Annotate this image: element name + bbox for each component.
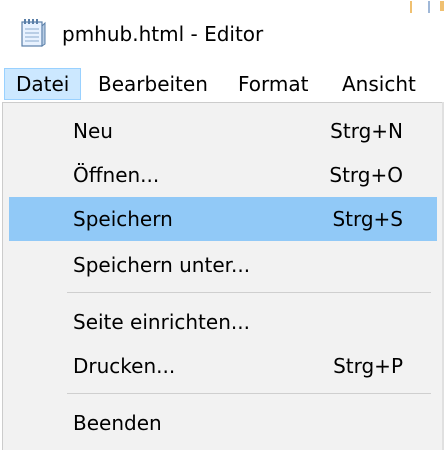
menu-bearbeiten[interactable]: Bearbeiten [98, 68, 208, 100]
datei-dropdown-menu: Neu Strg+N Öffnen... Strg+O Speichern St… [2, 102, 444, 450]
menu-item-seite-einrichten[interactable]: Seite einrichten... [9, 300, 437, 344]
menu-item-label: Speichern [73, 207, 173, 231]
menu-format[interactable]: Format [238, 68, 308, 100]
menu-item-speichern-unter[interactable]: Speichern unter... [9, 243, 437, 287]
menu-item-shortcut: Strg+S [332, 207, 403, 231]
menu-item-label: Drucken... [73, 354, 176, 378]
menu-separator [67, 393, 431, 394]
menu-item-label: Speichern unter... [73, 253, 251, 277]
menu-ansicht[interactable]: Ansicht [342, 68, 416, 100]
menu-item-shortcut: Strg+P [333, 354, 403, 378]
menu-item-beenden[interactable]: Beenden [9, 401, 437, 445]
menu-bar: Datei Bearbeiten Format Ansicht [0, 64, 444, 102]
menu-item-shortcut: Strg+N [330, 119, 403, 143]
menu-item-speichern[interactable]: Speichern Strg+S [9, 197, 437, 241]
window-title: pmhub.html - Editor [62, 22, 264, 46]
menu-item-label: Seite einrichten... [73, 310, 250, 334]
menu-item-label: Neu [73, 119, 113, 143]
menu-item-label: Öffnen... [73, 163, 160, 187]
menu-item-oeffnen[interactable]: Öffnen... Strg+O [9, 153, 437, 197]
menu-item-label: Beenden [73, 411, 162, 435]
menu-item-shortcut: Strg+O [329, 163, 403, 187]
menu-item-neu[interactable]: Neu Strg+N [9, 109, 437, 153]
menu-item-drucken[interactable]: Drucken... Strg+P [9, 344, 437, 388]
title-bar: pmhub.html - Editor [0, 0, 444, 64]
background-edge [404, 0, 444, 14]
menu-datei[interactable]: Datei [4, 68, 82, 100]
notepad-icon [20, 18, 46, 48]
menu-separator [67, 292, 431, 293]
